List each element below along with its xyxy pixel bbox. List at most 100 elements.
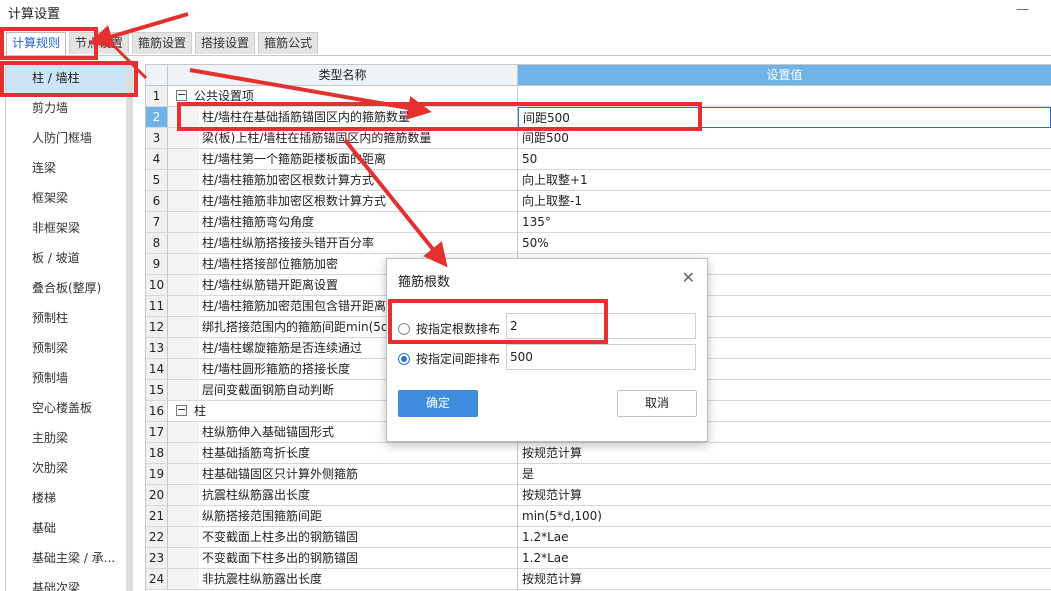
collapse-icon[interactable]: − [176, 404, 187, 416]
row-value-cell[interactable]: 按规范计算 [518, 443, 1051, 464]
row-name-cell: 柱/墙柱纵筋搭接接头错开百分率 [168, 233, 518, 254]
row-number: 14 [146, 359, 168, 380]
row-name: 抗震柱纵筋露出长度 [202, 488, 311, 502]
table-row[interactable]: 22 不变截面上柱多出的钢筋锚固 1.2*Lae [146, 527, 1051, 548]
sidebar-item[interactable]: 预制梁 [6, 333, 135, 363]
row-number: 6 [146, 191, 168, 212]
table-row[interactable]: 3 梁(板)上柱/墙柱在插筋锚固区内的箍筋数量 间距500 [146, 128, 1051, 149]
cancel-button[interactable]: 取消 [617, 390, 697, 417]
row-name: 柱 [194, 404, 207, 418]
row-name-cell: 柱基础锚固区只计算外侧箍筋 [168, 464, 518, 485]
collapse-icon[interactable]: − [176, 89, 187, 101]
table-row[interactable]: 19 柱基础锚固区只计算外侧箍筋 是 [146, 464, 1051, 485]
row-name: 柱/墙柱箍筋非加密区根数计算方式 [202, 194, 387, 208]
row-indent [168, 527, 199, 547]
table-row[interactable]: 2 柱/墙柱在基础插筋锚固区内的箍筋数量 间距500 [146, 107, 1051, 128]
sidebar-item[interactable]: 预制墙 [6, 363, 135, 393]
sidebar-item[interactable]: 基础主梁 / 承... [6, 543, 135, 573]
option-by-spacing[interactable]: 按指定间距排布 [398, 350, 500, 367]
row-number: 2 [146, 107, 168, 128]
row-value-cell[interactable]: 向上取整+1 [518, 170, 1051, 191]
row-value-cell[interactable]: 50% [518, 233, 1051, 254]
row-name-cell: 柱基础插筋弯折长度 [168, 443, 518, 464]
table-row[interactable]: 6 柱/墙柱箍筋非加密区根数计算方式 向上取整-1 [146, 191, 1051, 212]
row-value-cell[interactable]: 间距500 [518, 107, 1051, 128]
row-value-cell[interactable]: 1.2*Lae [518, 527, 1051, 548]
sidebar-item[interactable]: 连梁 [6, 153, 135, 183]
row-value-cell[interactable]: 是 [518, 464, 1051, 485]
sidebar-item[interactable]: 人防门框墙 [6, 123, 135, 153]
sidebar-item[interactable]: 叠合板(整厚) [6, 273, 135, 303]
row-value-cell[interactable]: min(5*d,100) [518, 506, 1051, 527]
sidebar-item[interactable]: 次肋梁 [6, 453, 135, 483]
sidebar-item[interactable]: 空心楼盖板 [6, 393, 135, 423]
sidebar-item[interactable]: 板 / 坡道 [6, 243, 135, 273]
row-value-cell[interactable]: 1.2*Lae [518, 548, 1051, 569]
ok-button[interactable]: 确定 [398, 390, 478, 417]
spacing-input[interactable]: 500 [506, 344, 696, 370]
table-row[interactable]: 8 柱/墙柱纵筋搭接接头错开百分率 50% [146, 233, 1051, 254]
sidebar-item[interactable]: 柱 / 墙柱 [6, 63, 135, 93]
sidebar-item[interactable]: 基础次梁 [6, 573, 135, 591]
option-by-spacing-label: 按指定间距排布 [416, 352, 501, 366]
minimize-button[interactable]: — [1016, 2, 1029, 17]
table-row[interactable]: 21 纵筋搭接范围箍筋间距 min(5*d,100) [146, 506, 1051, 527]
grid-corner [146, 65, 168, 86]
close-icon[interactable]: ✕ [682, 268, 695, 287]
sidebar-item[interactable]: 基础 [6, 513, 135, 543]
tab-stirrup-formula[interactable]: 箍筋公式 [258, 32, 319, 54]
row-indent [168, 170, 199, 190]
sidebar-item[interactable]: 楼梯 [6, 483, 135, 513]
table-row[interactable]: 20 抗震柱纵筋露出长度 按规范计算 [146, 485, 1051, 506]
row-number: 8 [146, 233, 168, 254]
table-row[interactable]: 24 非抗震柱纵筋露出长度 按规范计算 [146, 569, 1051, 590]
stirrup-count-dialog: 箍筋根数 ✕ 按指定根数排布 2 按指定间距排布 500 确定 取消 [386, 258, 708, 442]
table-row[interactable]: 5 柱/墙柱箍筋加密区根数计算方式 向上取整+1 [146, 170, 1051, 191]
table-row[interactable]: 18 柱基础插筋弯折长度 按规范计算 [146, 443, 1051, 464]
row-value-cell[interactable] [518, 86, 1051, 107]
row-name: 非抗震柱纵筋露出长度 [202, 572, 323, 586]
row-value-cell[interactable]: 135° [518, 212, 1051, 233]
sidebar-item[interactable]: 预制柱 [6, 303, 135, 333]
row-name: 柱/墙柱圆形箍筋的搭接长度 [202, 362, 351, 376]
sidebar-scrollbar[interactable] [126, 63, 133, 591]
row-name-cell: 梁(板)上柱/墙柱在插筋锚固区内的箍筋数量 [168, 128, 518, 149]
row-value-cell[interactable]: 间距500 [518, 128, 1051, 149]
tab-node-settings[interactable]: 节点设置 [69, 32, 130, 54]
table-row[interactable]: 4 柱/墙柱第一个箍筋距楼板面的距离 50 [146, 149, 1051, 170]
row-number: 20 [146, 485, 168, 506]
table-row[interactable]: 23 不变截面下柱多出的钢筋锚固 1.2*Lae [146, 548, 1051, 569]
tab-calc-rules[interactable]: 计算规则 [6, 32, 67, 56]
row-value-cell[interactable]: 向上取整-1 [518, 191, 1051, 212]
radio-by-spacing[interactable] [398, 352, 410, 365]
row-indent [168, 506, 199, 526]
row-value-cell[interactable]: 50 [518, 149, 1051, 170]
table-row[interactable]: 1− 公共设置项 [146, 86, 1051, 107]
sidebar-item[interactable]: 非框架梁 [6, 213, 135, 243]
option-by-count[interactable]: 按指定根数排布 [398, 320, 500, 337]
row-indent [168, 86, 174, 106]
row-number: 17 [146, 422, 168, 443]
row-indent [168, 422, 199, 442]
row-name-cell: 非抗震柱纵筋露出长度 [168, 569, 518, 590]
row-value-cell[interactable]: 按规范计算 [518, 485, 1051, 506]
row-number: 11 [146, 296, 168, 317]
row-number: 18 [146, 443, 168, 464]
row-number: 24 [146, 569, 168, 590]
row-name-cell: 柱/墙柱箍筋非加密区根数计算方式 [168, 191, 518, 212]
row-number: 3 [146, 128, 168, 149]
sidebar-item[interactable]: 剪力墙 [6, 93, 135, 123]
table-row[interactable]: 7 柱/墙柱箍筋弯勾角度 135° [146, 212, 1051, 233]
count-input[interactable]: 2 [506, 313, 696, 339]
radio-by-count[interactable] [398, 322, 410, 335]
component-sidebar: 柱 / 墙柱 剪力墙 人防门框墙 连梁 框架梁 非框架梁板 / 坡道 叠合板(整厚) 预制柱预… [5, 63, 135, 591]
sidebar-item[interactable]: 框架梁 [6, 183, 135, 213]
tab-lap-settings[interactable]: 搭接设置 [195, 32, 256, 54]
row-indent [168, 464, 199, 484]
row-value-cell[interactable]: 按规范计算 [518, 569, 1051, 590]
row-indent [168, 128, 199, 148]
row-indent [168, 275, 199, 295]
row-name: 公共设置项 [194, 89, 255, 103]
sidebar-item[interactable]: 主肋梁 [6, 423, 135, 453]
tab-stirrup-settings[interactable]: 箍筋设置 [132, 32, 193, 54]
